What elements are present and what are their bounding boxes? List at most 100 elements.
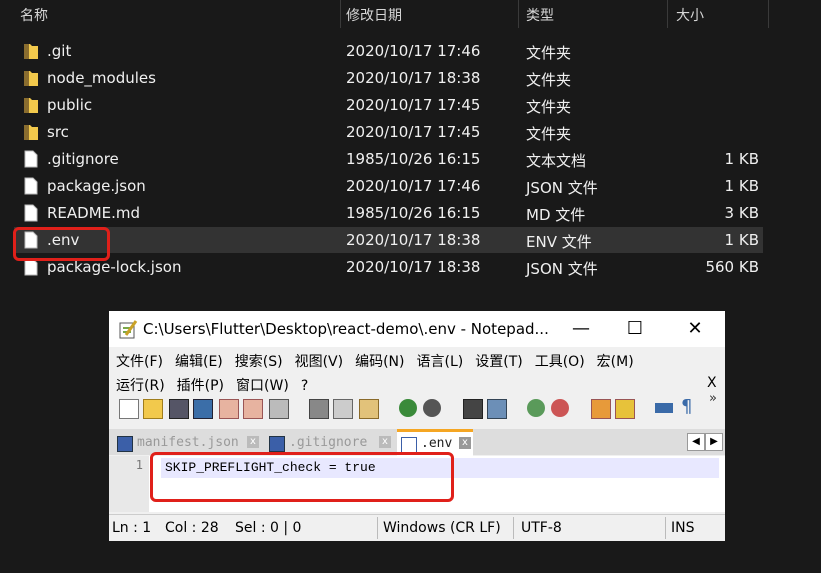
word-wrap-icon[interactable] bbox=[655, 403, 673, 413]
status-line: Ln : 1 bbox=[112, 520, 152, 536]
status-column: Col : 28 bbox=[165, 520, 219, 536]
highlight-box-env-content bbox=[150, 452, 454, 502]
status-divider bbox=[377, 517, 378, 539]
file-name: src bbox=[47, 123, 69, 141]
status-divider bbox=[665, 517, 666, 539]
column-divider[interactable] bbox=[768, 0, 769, 28]
file-type: 文件夹 bbox=[526, 71, 572, 89]
zoom-in-icon[interactable] bbox=[527, 399, 545, 417]
tab-label: .gitignore bbox=[289, 435, 368, 450]
menu-bar-row-2: 运行(R) 插件(P) 窗口(W)? bbox=[116, 375, 320, 395]
toolbar: ¶ » bbox=[113, 391, 721, 421]
maximize-button[interactable]: ☐ bbox=[623, 317, 647, 341]
status-eol[interactable]: Windows (CR LF) bbox=[383, 520, 501, 536]
zoom-out-icon[interactable] bbox=[551, 399, 569, 417]
status-selection: Sel : 0 | 0 bbox=[235, 520, 302, 536]
file-name: .gitignore bbox=[47, 150, 119, 168]
menu-item[interactable]: 插件(P) bbox=[177, 378, 224, 394]
menu-item[interactable]: 编辑(E) bbox=[175, 354, 223, 370]
redo-icon[interactable] bbox=[423, 399, 441, 417]
show-all-characters-icon[interactable]: ¶ bbox=[681, 396, 692, 417]
menu-item[interactable]: 运行(R) bbox=[116, 378, 165, 394]
tab-label: manifest.json bbox=[137, 435, 239, 450]
status-insert-mode[interactable]: INS bbox=[671, 520, 695, 536]
status-encoding[interactable]: UTF-8 bbox=[521, 520, 562, 536]
line-number-gutter: 1 bbox=[109, 456, 149, 512]
find-icon[interactable] bbox=[463, 399, 483, 419]
file-date: 2020/10/17 17:45 bbox=[346, 123, 481, 141]
title-bar[interactable]: C:\Users\Flutter\Desktop\react-demo\.env… bbox=[109, 311, 725, 347]
close-file-icon[interactable] bbox=[219, 399, 239, 419]
file-type: MD 文件 bbox=[526, 206, 586, 224]
tab-close-icon[interactable]: x bbox=[379, 436, 391, 448]
file-row[interactable]: src 2020/10/17 17:45 文件夹 bbox=[14, 119, 763, 145]
file-row[interactable]: .git 2020/10/17 17:46 文件夹 bbox=[14, 38, 763, 64]
menu-close-document-button[interactable]: X bbox=[707, 375, 717, 391]
file-row[interactable]: node_modules 2020/10/17 18:38 文件夹 bbox=[14, 65, 763, 91]
save-all-icon[interactable] bbox=[193, 399, 213, 419]
column-header-size[interactable]: 大小 bbox=[676, 5, 704, 25]
notepad-app-icon bbox=[119, 320, 138, 339]
copy-icon[interactable] bbox=[333, 399, 353, 419]
column-header-bar: 名称 修改日期 类型 大小 bbox=[0, 0, 770, 28]
tab-close-icon[interactable]: x bbox=[247, 436, 259, 448]
file-icon bbox=[24, 150, 38, 168]
file-row[interactable]: package.json 2020/10/17 17:46 JSON 文件 1 KB bbox=[14, 173, 763, 199]
file-row[interactable]: package-lock.json 2020/10/17 18:38 JSON 文件… bbox=[14, 254, 763, 280]
sync-scroll-vertical-icon[interactable] bbox=[591, 399, 611, 419]
column-divider[interactable] bbox=[667, 0, 668, 28]
file-size: 1 KB bbox=[724, 150, 759, 168]
tab-close-icon[interactable]: x bbox=[459, 437, 471, 449]
open-file-icon[interactable] bbox=[143, 399, 163, 419]
tab-label: .env bbox=[421, 436, 453, 451]
undo-icon[interactable] bbox=[399, 399, 417, 417]
column-header-type[interactable]: 类型 bbox=[526, 5, 554, 25]
file-date: 2020/10/17 18:38 bbox=[346, 231, 481, 249]
window-title: C:\Users\Flutter\Desktop\react-demo\.env… bbox=[143, 320, 549, 338]
menu-item[interactable]: 宏(M) bbox=[597, 354, 634, 370]
column-divider[interactable] bbox=[340, 0, 341, 28]
file-name: README.md bbox=[47, 204, 141, 222]
cut-icon[interactable] bbox=[309, 399, 329, 419]
file-size: 560 KB bbox=[705, 258, 759, 276]
print-icon[interactable] bbox=[269, 399, 289, 419]
file-save-icon bbox=[269, 436, 285, 452]
column-header-date[interactable]: 修改日期 bbox=[346, 5, 402, 25]
folder-icon bbox=[24, 71, 38, 86]
file-type: ENV 文件 bbox=[526, 233, 592, 251]
file-row[interactable]: .gitignore 1985/10/26 16:15 文本文档 1 KB bbox=[14, 146, 763, 172]
menu-item[interactable]: 编码(N) bbox=[355, 354, 404, 370]
paste-icon[interactable] bbox=[359, 399, 379, 419]
close-button[interactable]: ✕ bbox=[683, 317, 707, 341]
file-type: 文件夹 bbox=[526, 98, 572, 116]
file-type: JSON 文件 bbox=[526, 179, 598, 197]
sync-scroll-horizontal-icon[interactable] bbox=[615, 399, 635, 419]
new-file-icon[interactable] bbox=[119, 399, 139, 419]
file-type: 文本文档 bbox=[526, 152, 587, 170]
file-row[interactable]: public 2020/10/17 17:45 文件夹 bbox=[14, 92, 763, 118]
column-divider[interactable] bbox=[518, 0, 519, 28]
menu-item[interactable]: 语言(L) bbox=[417, 354, 464, 370]
file-row[interactable]: .env 2020/10/17 18:38 ENV 文件 1 KB bbox=[14, 227, 763, 253]
folder-icon bbox=[24, 98, 38, 113]
menu-item[interactable]: 设置(T) bbox=[475, 354, 522, 370]
menu-item[interactable]: ? bbox=[301, 378, 308, 394]
menu-bar-row-1: 文件(F) 编辑(E) 搜索(S) 视图(V) 编码(N) 语言(L) 设置(T) 工具(O)… bbox=[116, 351, 646, 371]
tab-scroll-right-button[interactable]: ▶ bbox=[705, 433, 723, 451]
highlight-box-env-file bbox=[13, 227, 110, 261]
toolbar-overflow-chevron-icon[interactable]: » bbox=[709, 391, 717, 406]
menu-item[interactable]: 窗口(W) bbox=[236, 378, 289, 394]
menu-item[interactable]: 搜索(S) bbox=[235, 354, 283, 370]
minimize-button[interactable]: — bbox=[569, 317, 593, 341]
close-all-icon[interactable] bbox=[243, 399, 263, 419]
file-date: 1985/10/26 16:15 bbox=[346, 150, 481, 168]
column-header-name[interactable]: 名称 bbox=[20, 5, 48, 25]
file-row[interactable]: README.md 1985/10/26 16:15 MD 文件 3 KB bbox=[14, 200, 763, 226]
menu-item[interactable]: 文件(F) bbox=[116, 354, 163, 370]
menu-item[interactable]: 工具(O) bbox=[535, 354, 585, 370]
replace-icon[interactable] bbox=[487, 399, 507, 419]
file-date: 2020/10/17 17:46 bbox=[346, 177, 481, 195]
menu-item[interactable]: 视图(V) bbox=[295, 354, 344, 370]
tab-scroll-left-button[interactable]: ◀ bbox=[687, 433, 705, 451]
save-icon[interactable] bbox=[169, 399, 189, 419]
